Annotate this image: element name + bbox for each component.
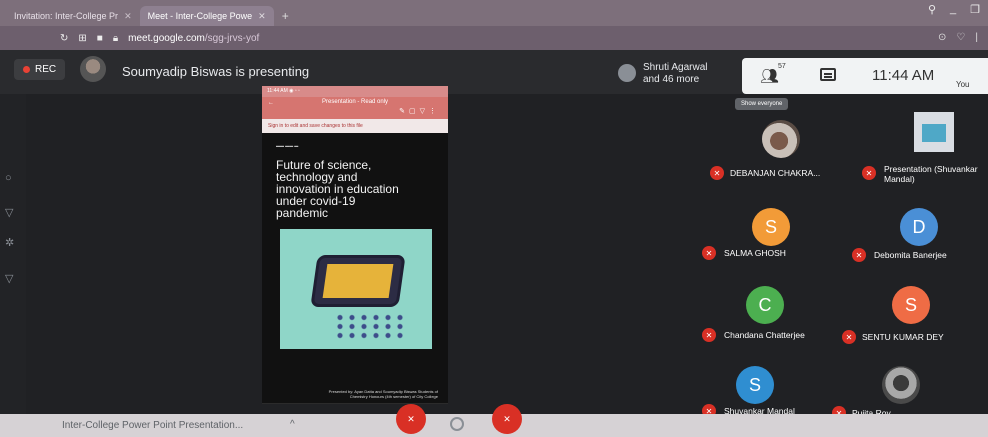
tab-label: Invitation: Inter-College Pr (14, 11, 119, 21)
url-host: meet.google.com (128, 32, 205, 44)
avatar: C (746, 286, 784, 324)
participant-name: Debomita Banerjee (874, 250, 947, 260)
address-bar: ↻ ⊞ ■ 🔒︎ meet.google.com/sgg-jrvs-yof ⊙ … (0, 26, 988, 50)
avatar (80, 56, 106, 82)
participant-name: Presentation (Shuvankar Mandal) (884, 164, 978, 184)
browser-tab[interactable]: Invitation: Inter-College Pr ✕ (6, 6, 140, 26)
presentation-toolbar-title: Presentation - Read only (322, 99, 389, 105)
avatar: S (892, 286, 930, 324)
slide-canvas: ▬▬ ▬▬ ▬ Future of science, technology an… (262, 133, 448, 403)
settings-icon[interactable]: ✲ (5, 236, 14, 249)
signin-text: Sign in to edit and save changes to this… (268, 123, 363, 129)
camera-status-icon[interactable]: ⊙ (938, 32, 946, 43)
participant-name: SALMA GHOSH (724, 248, 786, 258)
meeting-title[interactable]: Inter-College Power Point Presentation..… (62, 420, 243, 431)
presentation-toolbar: ← Presentation - Read only ✎▢▽⋮ (262, 97, 448, 119)
shared-presentation: 11:44 AM ◉ ▫ ▫ ← Presentation - Read onl… (262, 86, 448, 404)
other-participants-label: Shruti Agarwal and 46 more (643, 62, 707, 86)
people-icon[interactable]: 👥︎ (760, 67, 780, 85)
phone-illustration (310, 255, 406, 307)
participant-tile[interactable]: C ✕ Chandana Chatterjee (702, 286, 842, 368)
left-side-strip: ○ ▽ ✲ ▽ (0, 94, 26, 414)
camera-toggle-button[interactable]: ✕ (492, 404, 522, 434)
chat-icon[interactable] (820, 68, 836, 81)
close-icon[interactable]: ✕ (124, 11, 132, 22)
participant-tile[interactable]: D ✕ Debomita Banerjee (848, 208, 988, 290)
toolbar-icons[interactable]: ✎▢▽⋮ (399, 107, 440, 115)
filter-icon[interactable]: ▽ (5, 206, 13, 219)
extension-icon[interactable]: | (975, 32, 978, 43)
participant-tile[interactable]: S ✕ SENTU KUMAR DEY (840, 286, 980, 368)
presentation-thumbnail (914, 112, 954, 152)
others-line2: and 46 more (643, 74, 700, 85)
mic-off-icon: ✕ (862, 166, 876, 180)
leave-call-icon[interactable] (450, 417, 464, 431)
mic-off-icon: ✕ (702, 246, 716, 260)
avatar: D (900, 208, 938, 246)
slide-illustration (280, 229, 432, 349)
chevron-up-icon[interactable]: ^ (290, 419, 295, 430)
you-label: You (956, 80, 970, 89)
url-field[interactable]: meet.google.com/sgg-jrvs-yof (128, 33, 259, 44)
avatar (618, 64, 636, 82)
arrow-icon[interactable]: ▽ (5, 272, 13, 285)
slide-title: Future of science, technology and innova… (276, 158, 399, 220)
avatar: S (736, 366, 774, 404)
slide-date-line: ▬▬ ▬▬ ▬ (276, 143, 299, 148)
others-line1: Shruti Agarwal (643, 62, 708, 73)
lock-icon: 🔒︎ (112, 32, 119, 44)
heart-icon[interactable]: ♡ (956, 32, 965, 43)
search-icon[interactable]: ⚲ (928, 3, 936, 16)
mic-off-icon: ✕ (852, 248, 866, 262)
participant-name: SENTU KUMAR DEY (862, 332, 944, 342)
presenting-label: Soumyadip Biswas is presenting (122, 64, 310, 79)
restore-icon[interactable]: ❐ (970, 3, 980, 16)
browser-tab-bar: Invitation: Inter-College Pr ✕ Meet - In… (0, 0, 988, 26)
avatar: S (752, 208, 790, 246)
mic-off-icon: ✕ (842, 330, 856, 344)
back-arrow-icon[interactable]: ← (268, 100, 274, 106)
phone-screen (322, 264, 394, 298)
meet-screen: Invitation: Inter-College Pr ✕ Meet - In… (0, 0, 988, 437)
signin-banner[interactable]: Sign in to edit and save changes to this… (262, 119, 448, 133)
recording-badge: REC (14, 59, 66, 80)
participant-tile[interactable]: S ✕ SALMA GHOSH (702, 208, 842, 290)
avatar (882, 366, 920, 404)
mic-off-icon: ✕ (710, 166, 724, 180)
meeting-bottom-bar: Inter-College Power Point Presentation..… (0, 404, 988, 437)
window-controls: ⚲ _ ❐ (928, 3, 980, 16)
participant-tile[interactable]: ✕ Presentation (Shuvankar Mandal) (848, 112, 988, 194)
avatar (762, 120, 800, 158)
participant-name: DEBANJAN CHAKRA... (730, 168, 821, 178)
meeting-controls-panel: 👥︎ 57 11:44 AM You (742, 58, 988, 94)
show-everyone-tooltip: Show everyone (735, 98, 789, 110)
students-illustration (334, 313, 404, 339)
camera-icon[interactable]: ■ (97, 33, 103, 44)
record-dot-icon (23, 66, 30, 73)
clock-time: 11:44 AM (872, 67, 935, 84)
participant-name: Chandana Chatterjee (724, 330, 805, 340)
tab-label: Meet - Inter-College Powe (147, 11, 253, 21)
mic-toggle-button[interactable]: ✕ (396, 404, 426, 434)
people-count: 57 (778, 63, 786, 70)
minimize-icon[interactable]: _ (950, 3, 956, 16)
circle-icon[interactable]: ○ (5, 172, 12, 184)
url-path: /sgg-jrvs-yof (204, 32, 260, 44)
participants-grid: ✕ DEBANJAN CHAKRA... ✕ Presentation (Shu… (702, 112, 988, 422)
new-tab-button[interactable]: + (274, 9, 297, 26)
mic-off-icon: ✕ (702, 328, 716, 342)
phone-status-bar: 11:44 AM ◉ ▫ ▫ (262, 86, 448, 97)
apps-icon[interactable]: ⊞ (78, 33, 86, 44)
browser-tab-active[interactable]: Meet - Inter-College Powe ✕ (139, 6, 274, 26)
participant-tile[interactable]: ✕ DEBANJAN CHAKRA... (702, 112, 842, 194)
rec-label: REC (35, 64, 57, 75)
slide-credit: Presented by: Ayan Datta and Soumyadip B… (328, 389, 438, 399)
close-icon[interactable]: ✕ (258, 11, 266, 22)
reload-icon[interactable]: ↻ (60, 33, 68, 44)
